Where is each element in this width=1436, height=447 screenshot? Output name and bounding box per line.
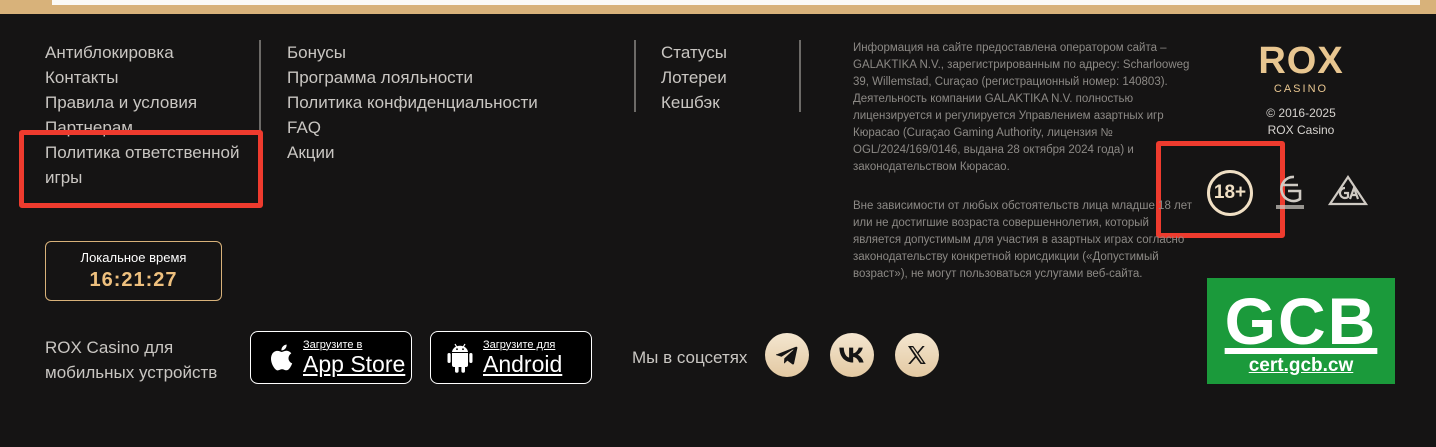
- copyright: © 2016-2025 ROX Casino: [1245, 105, 1357, 139]
- mobile-apps-label: ROX Casino для мобильных устройств: [45, 338, 218, 382]
- nav-link-anti-block[interactable]: Антиблокировка: [45, 40, 260, 65]
- top-strip-inner: [52, 0, 1420, 5]
- gcb-big-text: GCB: [1224, 284, 1378, 358]
- vk-link[interactable]: [830, 333, 874, 377]
- copyright-name: ROX Casino: [1267, 123, 1335, 137]
- nav-link-faq[interactable]: FAQ: [287, 115, 538, 140]
- nav-link-statuses[interactable]: Статусы: [661, 40, 727, 65]
- app-store-text: Загрузите в App Store: [303, 338, 406, 377]
- footer-nav-column-2: Бонусы Программа лояльности Политика кон…: [287, 40, 538, 165]
- x-icon: [908, 346, 926, 364]
- nav-link-privacy[interactable]: Политика конфиденциальности: [287, 90, 538, 115]
- nav-link-loyalty[interactable]: Программа лояльности: [287, 65, 538, 90]
- telegram-icon: [776, 346, 798, 365]
- gcb-certificate-badge[interactable]: GCB cert.gcb.cw: [1207, 278, 1395, 384]
- gamcare-icon[interactable]: [1274, 173, 1306, 211]
- android-icon: [445, 341, 475, 375]
- highlight-box-responsible-gaming: [19, 130, 263, 208]
- column-divider: [634, 40, 636, 112]
- app-store-big-text: App Store: [303, 350, 406, 377]
- android-text: Загрузите для Android: [483, 338, 563, 377]
- android-big-text: Android: [483, 350, 563, 377]
- column-divider: [799, 40, 801, 112]
- gcb-url-text: cert.gcb.cw: [1248, 355, 1354, 376]
- nav-link-contacts[interactable]: Контакты: [45, 65, 260, 90]
- nav-link-bonuses[interactable]: Бонусы: [287, 40, 538, 65]
- local-time-widget: Локальное время 16:21:27: [45, 241, 222, 301]
- age-18-badge: 18+: [1207, 170, 1253, 216]
- gambling-aware-icon[interactable]: [1326, 174, 1370, 208]
- android-small-text: Загрузите для: [483, 338, 556, 351]
- legal-age-restriction: Вне зависимости от любых обстоятельств л…: [853, 200, 1193, 280]
- local-time-label: Локальное время: [80, 250, 187, 265]
- nav-link-terms[interactable]: Правила и условия: [45, 90, 260, 115]
- footer-nav-column-3: Статусы Лотереи Кешбэк: [661, 40, 727, 115]
- local-time-value: 16:21:27: [89, 269, 178, 291]
- copyright-years: © 2016-2025: [1266, 106, 1336, 120]
- apple-icon: [265, 341, 295, 375]
- nav-link-promotions[interactable]: Акции: [287, 140, 538, 165]
- rox-logo-word: ROX: [1258, 40, 1344, 82]
- nav-link-lotteries[interactable]: Лотереи: [661, 65, 727, 90]
- android-button[interactable]: Загрузите для Android: [430, 331, 592, 384]
- telegram-link[interactable]: [765, 333, 809, 377]
- nav-link-cashback[interactable]: Кешбэк: [661, 90, 727, 115]
- app-store-small-text: Загрузите в: [303, 338, 363, 351]
- rox-casino-logo[interactable]: ROX CASINO: [1247, 41, 1355, 97]
- app-store-button[interactable]: Загрузите в App Store: [250, 331, 412, 384]
- legal-operator-info: Информация на сайте предоставлена операт…: [853, 42, 1190, 173]
- social-label: Мы в соцсетях: [632, 348, 748, 367]
- rox-logo-sub: CASINO: [1273, 83, 1329, 95]
- x-link[interactable]: [895, 333, 939, 377]
- top-strip: [0, 0, 1436, 14]
- vk-icon: [839, 347, 864, 363]
